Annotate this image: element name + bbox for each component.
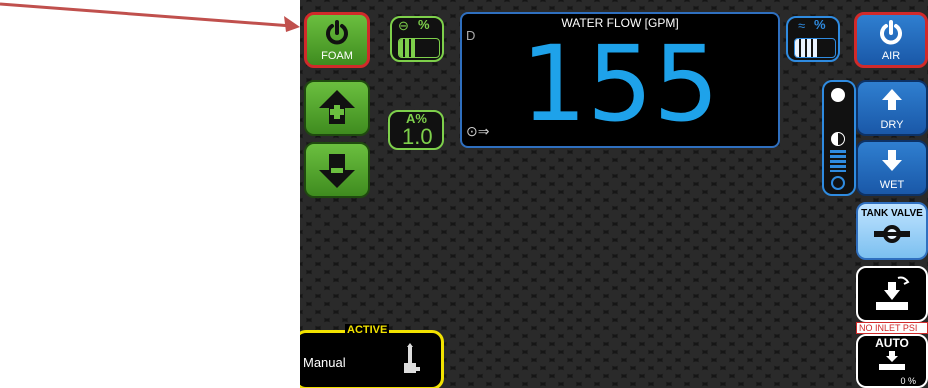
auto-level-icon: [879, 351, 905, 370]
foam-power-button[interactable]: FOAM: [304, 12, 370, 68]
no-inlet-psi-banner: NO INLET PSI: [856, 322, 928, 334]
increase-button[interactable]: [304, 80, 370, 136]
tank-valve-label: TANK VALVE: [861, 208, 923, 219]
hand-icon: [876, 276, 910, 310]
air-level-bar: [794, 38, 836, 58]
air-button-label: AIR: [881, 50, 901, 62]
foam-level-bar: [398, 38, 440, 58]
dry-arrow-icon: [882, 89, 902, 110]
auto-percent: 0 %: [900, 376, 916, 386]
inlet-mode-button[interactable]: [856, 266, 928, 322]
air-level-slider[interactable]: [822, 80, 856, 196]
nozzle-icon[interactable]: [397, 341, 423, 381]
decrease-button[interactable]: [304, 142, 370, 198]
wet-button[interactable]: WET: [856, 140, 928, 196]
auto-button[interactable]: AUTO 0 %: [856, 334, 928, 388]
valve-icon: [874, 225, 910, 243]
power-icon: [880, 20, 902, 45]
pump-control-screen: FOAM ⊖ % A% 1.0 WATER FLOW [GPM] D 155 ⊙…: [300, 0, 928, 388]
nozzle-outline-icon: ⊙⇒: [466, 123, 490, 139]
annotation-arrow: [0, 2, 300, 32]
foam-percent-icon: ⊖: [398, 18, 409, 33]
air-percent-indicator: ≈ %: [786, 16, 840, 62]
active-mode: Manual: [303, 355, 346, 370]
foam-concentration-display: A% 1.0: [388, 110, 444, 150]
tank-valve-button[interactable]: TANK VALVE: [856, 202, 928, 260]
foam-button-label: FOAM: [321, 50, 353, 62]
air-percent-icon: ≈: [798, 18, 806, 33]
dry-button-label: DRY: [880, 119, 904, 131]
air-power-button[interactable]: AIR: [854, 12, 928, 68]
active-title: ACTIVE: [345, 324, 390, 336]
concentration-value: 1.0: [402, 124, 433, 149]
wet-arrow-icon: [882, 150, 902, 171]
no-inlet-label: NO INLET PSI: [859, 323, 918, 333]
wet-button-label: WET: [879, 179, 905, 191]
air-percent-label: %: [814, 17, 826, 32]
foam-percent-label: %: [418, 17, 430, 32]
foam-percent-indicator: ⊖ %: [390, 16, 444, 62]
power-icon: [326, 20, 348, 45]
minus-arrow-icon: [319, 154, 355, 188]
auto-label: AUTO: [875, 336, 909, 350]
active-panel: ACTIVE Manual: [300, 324, 444, 388]
water-flow-display: WATER FLOW [GPM] D 155 ⊙⇒: [460, 12, 780, 148]
plus-arrow-icon: [319, 90, 355, 124]
dry-button[interactable]: DRY: [856, 80, 928, 136]
flow-value: 155: [520, 23, 720, 145]
